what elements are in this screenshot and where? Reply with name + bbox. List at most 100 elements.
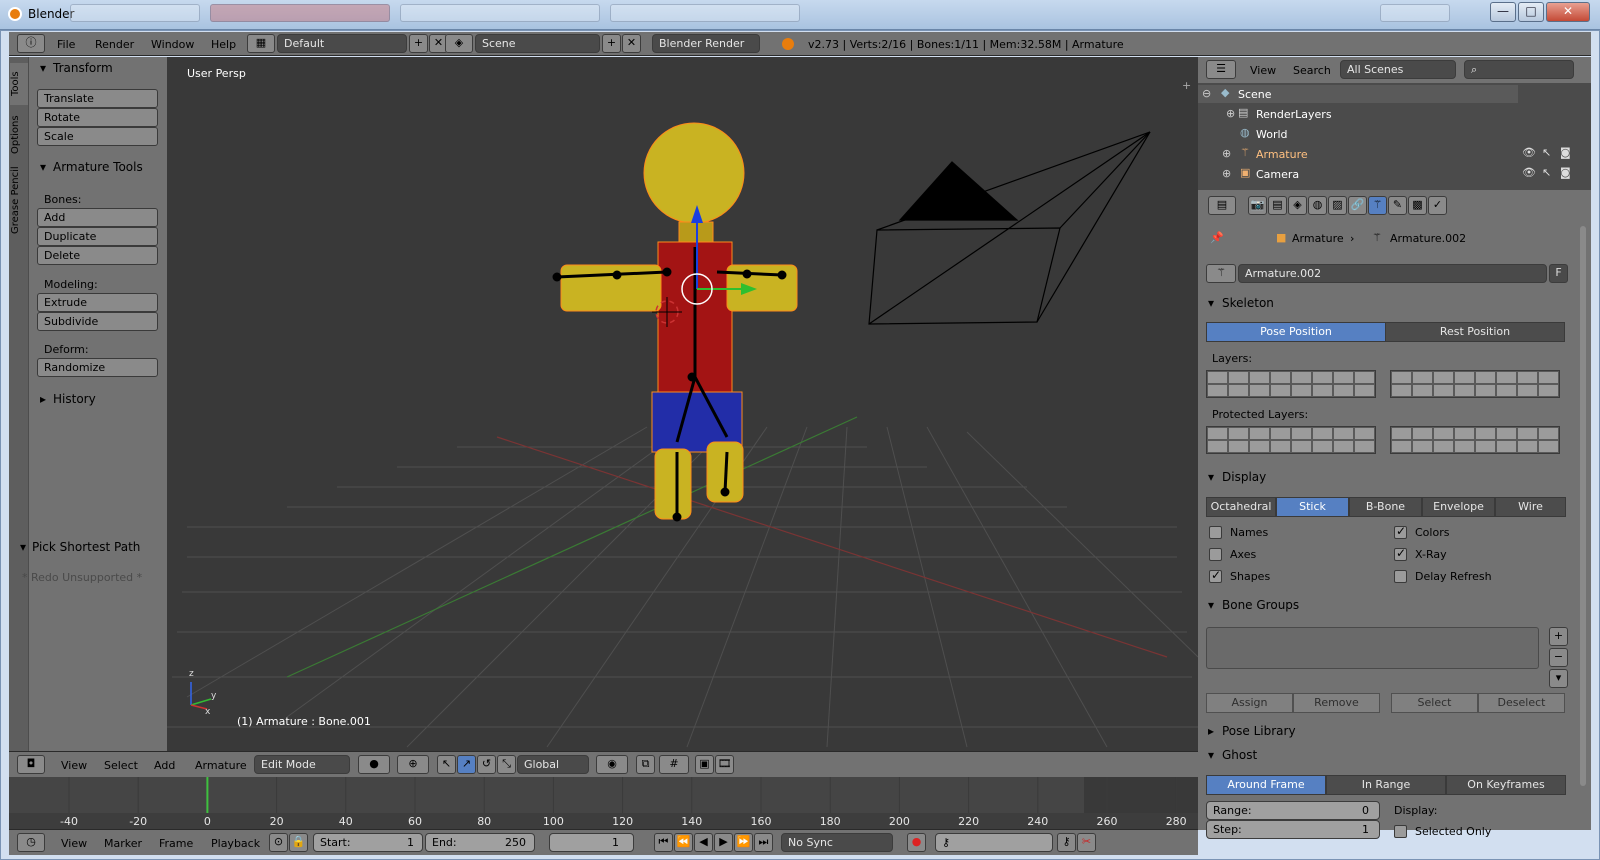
expand-icon[interactable]: ⊕: [1222, 147, 1231, 160]
mode-select[interactable]: Edit Mode: [254, 755, 350, 774]
tab-options[interactable]: Options: [10, 109, 28, 161]
expand-icon[interactable]: ▸: [40, 392, 46, 406]
menu-render[interactable]: Render: [95, 38, 134, 51]
display-bbone-button[interactable]: B-Bone: [1349, 497, 1422, 517]
menu-file[interactable]: File: [57, 38, 75, 51]
collapse-icon[interactable]: ▾: [1208, 748, 1214, 762]
scene-field[interactable]: Scene: [475, 34, 600, 53]
remove-scene-button[interactable]: ✕: [622, 34, 641, 53]
collapse-icon[interactable]: ▾: [20, 540, 26, 554]
menu-select[interactable]: Select: [104, 759, 138, 772]
lock-icon[interactable]: 🔒: [289, 833, 308, 852]
add-scene-button[interactable]: +: [602, 34, 621, 53]
bone-groups-panel-title[interactable]: Bone Groups: [1222, 598, 1299, 612]
visibility-eye-icon[interactable]: 👁: [1522, 146, 1536, 159]
menu-view[interactable]: View: [61, 759, 87, 772]
display-wire-button[interactable]: Wire: [1495, 497, 1566, 517]
delete-button[interactable]: Delete: [37, 246, 158, 265]
object-tab-icon[interactable]: ▨: [1328, 196, 1347, 215]
ghost-step-field[interactable]: Step: 1: [1206, 820, 1380, 839]
record-icon[interactable]: ●: [907, 833, 926, 852]
scene-icon[interactable]: ◈: [445, 34, 473, 53]
menu-window[interactable]: Window: [151, 38, 194, 51]
xray-checkbox[interactable]: [1394, 546, 1407, 561]
translate-button[interactable]: Translate: [37, 89, 158, 108]
maximize-button[interactable]: □: [1518, 2, 1544, 22]
ghost-on-keyframes-button[interactable]: On Keyframes: [1446, 775, 1566, 795]
protected-layers-grid-b[interactable]: [1390, 426, 1560, 454]
armature-data-tab-icon[interactable]: ⚚: [1368, 196, 1387, 215]
snap-element-select[interactable]: #: [659, 755, 689, 774]
scene-tab-icon[interactable]: ◈: [1288, 196, 1307, 215]
render-camera-icon[interactable]: ◙: [1560, 146, 1571, 159]
operator-panel-title[interactable]: Pick Shortest Path: [32, 540, 140, 554]
shapes-checkbox[interactable]: [1209, 568, 1222, 583]
delay-refresh-checkbox[interactable]: [1394, 570, 1407, 583]
expand-icon[interactable]: ⊕: [1226, 107, 1235, 120]
outliner-item-camera[interactable]: Camera: [1256, 168, 1299, 181]
menu-add[interactable]: Add: [154, 759, 175, 772]
scale-button[interactable]: Scale: [37, 127, 158, 146]
randomize-button[interactable]: Randomize: [37, 358, 158, 377]
display-panel-title[interactable]: Display: [1222, 470, 1266, 484]
panel-armature-tools-title[interactable]: Armature Tools: [53, 160, 143, 174]
editor-type-button[interactable]: ◷: [17, 833, 45, 852]
collapse-icon[interactable]: ▾: [40, 160, 46, 174]
constraints-tab-icon[interactable]: 🔗: [1348, 196, 1367, 215]
axes-checkbox[interactable]: [1209, 548, 1222, 561]
selected-only-checkbox[interactable]: [1394, 825, 1407, 838]
menu-view[interactable]: View: [61, 837, 87, 850]
add-bone-button[interactable]: Add: [37, 208, 158, 227]
editor-type-button[interactable]: ☰: [1206, 60, 1236, 79]
outliner-item-scene[interactable]: Scene: [1238, 88, 1272, 101]
pivot-select[interactable]: ⊕: [397, 755, 429, 774]
jump-keyframe-forward-icon[interactable]: ⏩: [734, 833, 753, 852]
rest-position-button[interactable]: Rest Position: [1385, 322, 1565, 342]
menu-search[interactable]: Search: [1293, 64, 1331, 77]
jump-keyframe-back-icon[interactable]: ⏪: [674, 833, 693, 852]
screen-layout-field[interactable]: Default: [277, 34, 407, 53]
outliner-item-renderlayers[interactable]: RenderLayers: [1256, 108, 1332, 121]
end-frame-field[interactable]: End: 250: [425, 833, 535, 852]
editor-type-button[interactable]: ⓘ: [17, 34, 45, 53]
proportional-edit-select[interactable]: ◉: [596, 755, 628, 774]
ghost-in-range-button[interactable]: In Range: [1326, 775, 1446, 795]
render-engine-select[interactable]: Blender Render: [652, 34, 760, 53]
keying-set-field[interactable]: ⚷: [935, 833, 1053, 852]
editor-type-button[interactable]: ▤: [1208, 196, 1236, 215]
collapse-icon[interactable]: ▾: [1208, 296, 1214, 310]
expand-icon[interactable]: ▸: [1208, 724, 1214, 738]
fake-user-button[interactable]: F: [1549, 264, 1568, 283]
3d-viewport[interactable]: User Persp z y x (1) Armature : Bone.001…: [167, 57, 1198, 751]
jump-start-icon[interactable]: ⏮: [654, 833, 673, 852]
bone-tab-icon[interactable]: ✎: [1388, 196, 1407, 215]
properties-scrollbar[interactable]: [1580, 226, 1586, 786]
preview-range-icon[interactable]: ⊙: [269, 833, 288, 852]
extrude-button[interactable]: Extrude: [37, 293, 158, 312]
deselect-button[interactable]: Deselect: [1478, 693, 1565, 713]
collapse-icon[interactable]: ▾: [1208, 598, 1214, 612]
outliner-item-armature[interactable]: Armature: [1256, 148, 1308, 161]
bone-group-menu-button[interactable]: ▾: [1549, 669, 1568, 688]
panel-transform-title[interactable]: Transform: [53, 61, 113, 75]
collapse-icon[interactable]: ▾: [1208, 470, 1214, 484]
editor-type-button[interactable]: ◘: [17, 755, 45, 774]
pose-library-panel-title[interactable]: Pose Library: [1222, 724, 1296, 738]
select-cursor-icon[interactable]: ↖: [1542, 146, 1551, 159]
ghost-range-field[interactable]: Range: 0: [1206, 801, 1380, 820]
bone-layers-grid-b[interactable]: [1390, 370, 1560, 398]
skeleton-panel-title[interactable]: Skeleton: [1222, 296, 1274, 310]
collapse-icon[interactable]: ⊖: [1202, 87, 1211, 100]
colors-checkbox[interactable]: [1394, 524, 1407, 539]
display-mode-select[interactable]: All Scenes: [1340, 60, 1456, 79]
timeline[interactable]: -40 -20 0 20 40 60 80 100 120 140 160 180 200 220 240 2…: [9, 777, 1198, 830]
render-camera-icon[interactable]: ◙: [1560, 166, 1571, 179]
pin-icon[interactable]: 📌: [1210, 231, 1224, 244]
collapse-icon[interactable]: ▾: [40, 61, 46, 75]
render-tab-icon[interactable]: 📷: [1248, 196, 1267, 215]
layout-icon[interactable]: ▦: [247, 34, 275, 53]
bone-layers-grid-a[interactable]: [1206, 370, 1376, 398]
subdivide-button[interactable]: Subdivide: [37, 312, 158, 331]
current-frame-field[interactable]: 1: [549, 833, 634, 852]
rotate-manipulator-icon[interactable]: ↺: [477, 755, 496, 774]
